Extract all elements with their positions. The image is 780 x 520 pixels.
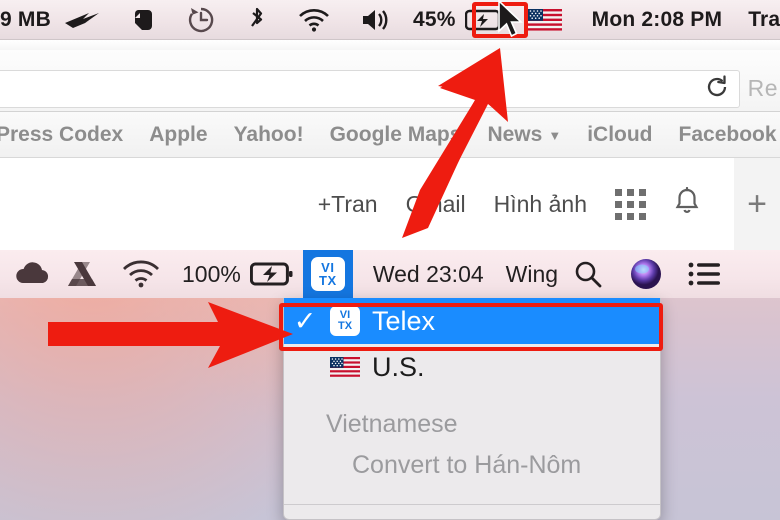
bookmark-icloud[interactable]: iCloud (587, 123, 652, 147)
cloud-icon[interactable] (0, 250, 56, 298)
bookmarks-bar: Press Codex Apple Yahoo! Google Maps New… (0, 112, 780, 158)
google-plus-account[interactable]: +Tran (318, 191, 378, 218)
time-machine-glyph (188, 7, 214, 33)
browser-toolbar: Re (0, 50, 780, 112)
menu-spacer (284, 390, 660, 404)
menubar-user-name[interactable]: Tran (722, 0, 780, 40)
us-flag-icon (328, 357, 362, 377)
section-header-label: Vietnamese (326, 409, 458, 438)
menubar-clock[interactable]: Mon 2:08 PM (568, 0, 723, 40)
apps-grid-icon[interactable] (615, 188, 646, 220)
menu-item-telex[interactable]: ✓ VI TX Telex (284, 298, 660, 344)
reload-icon[interactable] (705, 74, 729, 104)
screenshot-root: 9 MB 45% Mon 2:08 PM Tra Re Press Codex … (0, 0, 780, 520)
wifi-icon[interactable] (283, 0, 345, 40)
siri-icon[interactable] (618, 250, 674, 298)
chevron-down-icon: ▼ (548, 128, 562, 143)
desktop-clock[interactable]: Wed 23:04 (353, 250, 484, 298)
desktop-user-name[interactable]: Wing (484, 250, 558, 298)
desktop-battery-percent: 100% (182, 260, 241, 287)
bluetooth-glyph (248, 6, 266, 34)
vitx-icon: VI TX (328, 306, 362, 336)
address-bar[interactable] (0, 70, 740, 108)
bookmark-news[interactable]: News ▼ (487, 123, 561, 147)
input-source-us-flag-icon[interactable] (522, 0, 568, 40)
images-link[interactable]: Hình ảnh (494, 191, 587, 218)
battery-charging-icon[interactable] (241, 250, 303, 298)
volume-glyph (360, 7, 392, 33)
vitx-icon: VI TX (310, 257, 345, 291)
menu-spacer-2 (284, 486, 660, 498)
bluetooth-icon[interactable] (231, 0, 283, 40)
desktop-menu-bar: 100% VI TX Wed 23:04 Wing (0, 250, 780, 298)
wifi-icon[interactable] (108, 250, 174, 298)
checkmark-placeholder: ✓ (292, 354, 318, 381)
battery-percent: 45% (412, 7, 456, 31)
memory-status: 9 MB (0, 7, 51, 31)
transmit-icon[interactable] (51, 0, 115, 40)
google-account-bar: +Tran Gmail Hình ảnh + (0, 158, 780, 250)
toolbar-right-label: Re (747, 75, 778, 101)
bell-icon[interactable] (674, 186, 700, 222)
browser-window: Re Press Codex Apple Yahoo! Google Maps … (0, 50, 780, 250)
time-machine-icon[interactable] (171, 0, 231, 40)
volume-icon[interactable] (345, 0, 407, 40)
battery-charging-icon[interactable] (456, 0, 514, 40)
us-flag-glyph (527, 8, 562, 31)
google-drive-icon[interactable] (56, 250, 108, 298)
menu-item-label: Convert to Hán-Nôm (352, 450, 582, 479)
battery-glyph (464, 9, 505, 31)
add-account-button[interactable]: + (734, 158, 780, 250)
top-menu-bar: 9 MB 45% Mon 2:08 PM Tra (0, 0, 780, 40)
input-source-menu: ✓ VI TX Telex ✓ (283, 298, 661, 520)
wifi-glyph (298, 8, 330, 32)
bookmark-yahoo[interactable]: Yahoo! (234, 123, 304, 147)
menu-section-header-vietnamese: Vietnamese (284, 404, 660, 444)
menu-item-us[interactable]: ✓ U.S (284, 344, 660, 390)
menu-item-label: Edit Text Substitutions... (324, 515, 601, 519)
menu-item-label: Telex (372, 305, 436, 336)
menu-item-label: U.S. (372, 351, 425, 382)
input-source-badge-vitx[interactable]: VI TX (302, 250, 353, 298)
menu-item-convert-han-nom[interactable]: Convert to Hán-Nôm (284, 444, 660, 486)
bookmark-facebook[interactable]: Facebook (679, 123, 777, 147)
checkmark-icon: ✓ (293, 305, 317, 336)
evernote-icon[interactable] (115, 0, 171, 40)
window-top-edge (0, 40, 780, 50)
control-center-icon[interactable] (674, 250, 736, 298)
gmail-link[interactable]: Gmail (406, 191, 466, 218)
transmit-glyph (63, 8, 103, 32)
search-icon[interactable] (558, 250, 618, 298)
bookmark-google-maps[interactable]: Google Maps (330, 123, 462, 147)
evernote-glyph (130, 7, 156, 33)
bookmark-apple[interactable]: Apple (149, 123, 207, 147)
vitx-glyph: VI TX (330, 306, 360, 336)
bookmark-press-codex[interactable]: Press Codex (0, 123, 123, 147)
menu-item-edit-text-substitutions[interactable]: Edit Text Substitutions... (284, 505, 660, 519)
